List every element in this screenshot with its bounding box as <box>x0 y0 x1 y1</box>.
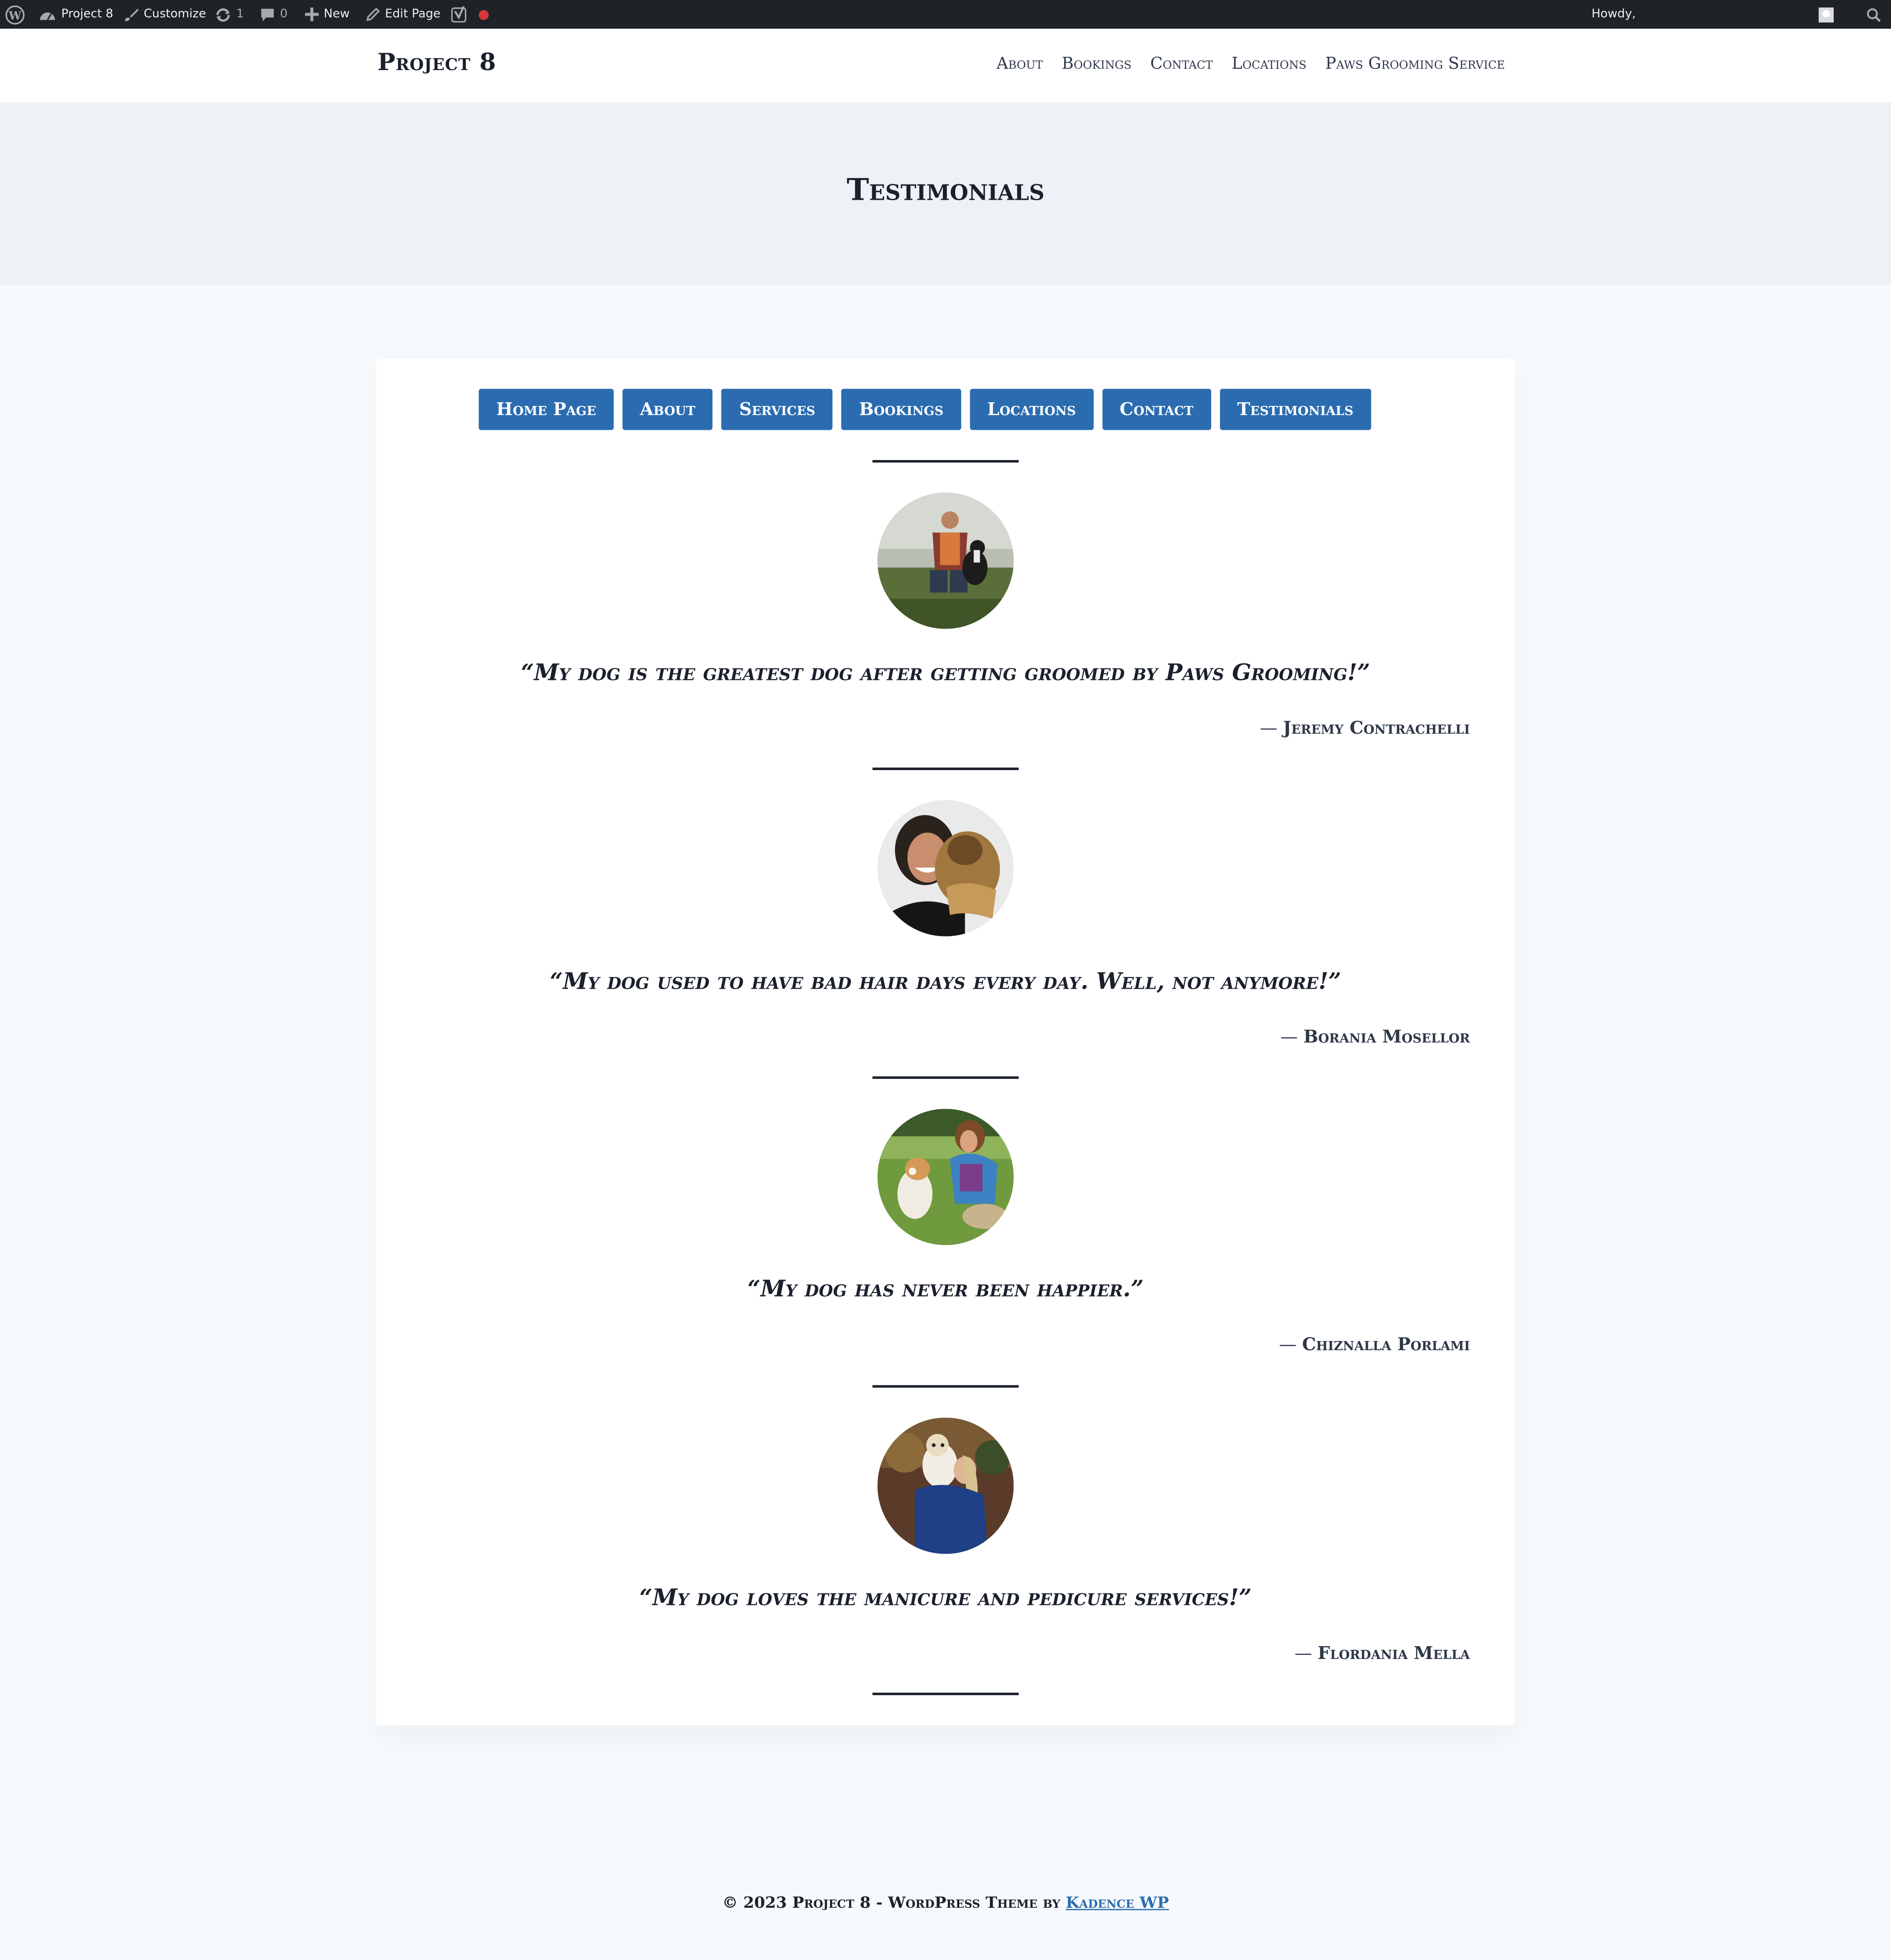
page-hero: Testimonials <box>0 102 1891 285</box>
footer-theme-link[interactable]: Kadence WP <box>1066 1893 1169 1911</box>
content-card: Home Page About Services Bookings Locati… <box>376 359 1515 1725</box>
site-footer: © 2023 Project 8 - WordPress Theme by Ka… <box>0 1893 1891 1911</box>
separator-line <box>872 1076 1019 1079</box>
admin-customize-link[interactable]: Customize <box>124 0 206 29</box>
separator-line <box>872 1692 1019 1695</box>
primary-nav: About Bookings Contact Locations Paws Gr… <box>996 55 1505 74</box>
admin-comments-link[interactable]: 0 <box>260 0 288 29</box>
locations-button[interactable]: Locations <box>969 389 1093 430</box>
nav-link-about[interactable]: About <box>996 55 1043 74</box>
site-header: Project 8 About Bookings Contact Locatio… <box>0 28 1891 103</box>
nav-link-contact[interactable]: Contact <box>1150 55 1213 74</box>
testimonial-author: — Chiznalla Porlami <box>1279 1335 1470 1355</box>
testimonial-author: — Jeremy Contrachelli <box>1260 718 1470 739</box>
svg-text:W: W <box>8 8 22 22</box>
pencil-icon <box>366 7 380 21</box>
testimonial-quote: “My dog has never been happier.” <box>747 1276 1144 1303</box>
comment-icon <box>261 8 274 21</box>
wordpress-logo-icon[interactable]: W <box>5 0 25 29</box>
admin-search-icon[interactable] <box>1866 0 1881 29</box>
admin-comments-count: 0 <box>280 7 288 22</box>
testimonial-author-name: Chiznalla Porlami <box>1302 1335 1470 1355</box>
testimonial-quote: “My dog loves the manicure and pedicure … <box>639 1585 1252 1612</box>
services-button[interactable]: Services <box>721 389 833 430</box>
admin-new-link[interactable]: New <box>305 0 350 29</box>
howdy-text: Howdy, <box>1591 7 1636 22</box>
paintbrush-icon <box>125 8 139 21</box>
testimonial-author: — Flordania Mella <box>1295 1644 1470 1664</box>
testimonial-quote: “My dog used to have bad hair days every… <box>550 969 1341 995</box>
account-email: info@chestnutandhazel.com <box>1640 7 1810 22</box>
admin-edit-page-label: Edit Page <box>385 7 441 22</box>
seo-status-dot <box>479 0 489 29</box>
separator-line <box>872 1385 1019 1388</box>
nav-link-locations[interactable]: Locations <box>1232 55 1306 74</box>
footer-copyright: © 2023 Project 8 - WordPress Theme by <box>722 1893 1060 1912</box>
testimonial-photo-woman-holding-dog <box>877 1418 1014 1554</box>
testimonial-author-name: Jeremy Contrachelli <box>1283 718 1470 739</box>
separator-line <box>872 460 1019 463</box>
site-logo[interactable]: Project 8 <box>377 49 496 76</box>
testimonial-author-name: Flordania Mella <box>1317 1644 1470 1664</box>
page-title: Testimonials <box>847 171 1045 208</box>
admin-new-label: New <box>323 7 350 22</box>
admin-site-link[interactable]: Project 8 <box>39 0 114 29</box>
bookings-button[interactable]: Bookings <box>842 389 961 430</box>
admin-updates-count: 1 <box>236 7 244 22</box>
contact-button[interactable]: Contact <box>1102 389 1211 430</box>
testimonial-photo-man-with-dog <box>877 493 1014 629</box>
separator-line <box>872 767 1019 770</box>
testimonial-photo-woman-playing-with-dog <box>877 1109 1014 1245</box>
testimonials-button[interactable]: Testimonials <box>1219 389 1371 430</box>
admin-site-label: Project 8 <box>61 7 114 22</box>
page-button-row: Home Page About Services Bookings Locati… <box>479 389 1371 430</box>
testimonial-photo-woman-hugging-dog <box>877 800 1014 936</box>
updates-icon <box>216 7 230 21</box>
nav-link-paws-grooming-service[interactable]: Paws Grooming Service <box>1325 55 1505 74</box>
admin-bar: W Project 8 Customize 1 0 New Edit Page <box>0 0 1891 29</box>
admin-customize-label: Customize <box>143 7 206 22</box>
dashboard-icon <box>40 11 55 20</box>
testimonial-author-name: Borania Mosellor <box>1303 1027 1470 1048</box>
home-page-button[interactable]: Home Page <box>479 389 614 430</box>
nav-link-bookings[interactable]: Bookings <box>1062 55 1131 74</box>
testimonial-quote: “My dog is the greatest dog after gettin… <box>521 660 1371 687</box>
admin-updates-link[interactable]: 1 <box>215 0 244 29</box>
admin-account-menu[interactable]: Howdy, info@chestnutandhazel.com <box>1591 0 1834 29</box>
plus-icon <box>305 7 319 22</box>
testimonial-author: — Borania Mosellor <box>1280 1027 1470 1048</box>
yoast-seo-icon[interactable] <box>451 0 469 29</box>
account-avatar <box>1819 7 1834 22</box>
about-button[interactable]: About <box>622 389 713 430</box>
admin-edit-page-link[interactable]: Edit Page <box>366 0 441 29</box>
